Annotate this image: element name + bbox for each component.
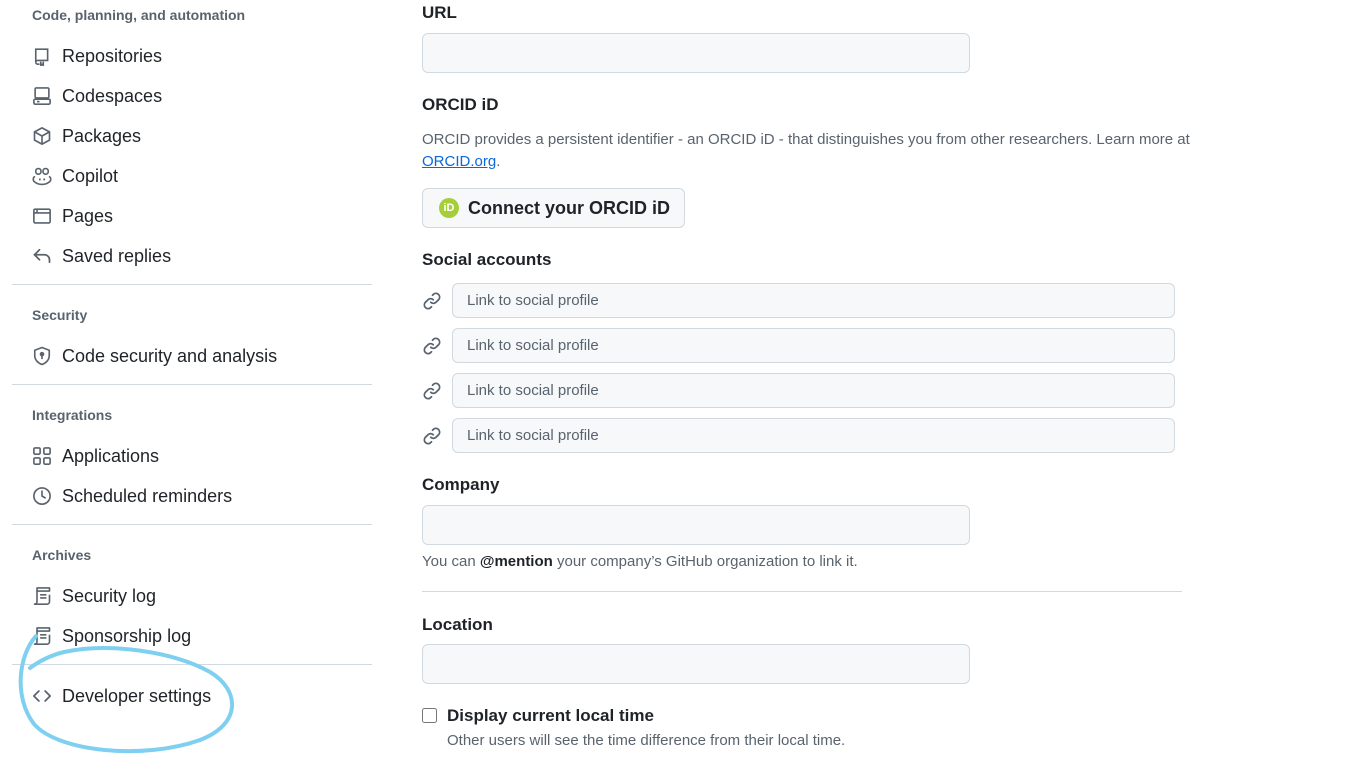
sidebar-item-pages[interactable]: Pages bbox=[24, 198, 364, 234]
sidebar-divider bbox=[12, 284, 372, 285]
sidebar-item-copilot[interactable]: Copilot bbox=[24, 158, 364, 194]
display-local-time-checkbox[interactable] bbox=[422, 708, 437, 723]
location-label: Location bbox=[422, 615, 493, 634]
url-label: URL bbox=[422, 3, 457, 22]
social-profile-input[interactable] bbox=[452, 283, 1175, 318]
social-account-row bbox=[422, 373, 1175, 409]
display-local-time-label[interactable]: Display current local time bbox=[447, 706, 654, 726]
orcid-link-suffix: . bbox=[496, 153, 501, 170]
orcid-link[interactable]: ORCID.org bbox=[422, 153, 496, 170]
copilot-icon bbox=[32, 166, 52, 186]
social-account-row bbox=[422, 418, 1175, 454]
link-icon bbox=[422, 426, 442, 446]
code-icon bbox=[32, 686, 52, 706]
location-input[interactable] bbox=[422, 644, 970, 684]
orcid-description-text: ORCID provides a persistent identifier -… bbox=[422, 131, 1190, 148]
reply-icon bbox=[32, 246, 52, 266]
orcid-description: ORCID provides a persistent identifier -… bbox=[422, 129, 1202, 173]
company-label: Company bbox=[422, 475, 500, 494]
social-accounts-label: Social accounts bbox=[422, 250, 552, 269]
section-heading-integrations: Integrations bbox=[32, 407, 113, 423]
sidebar-item-saved-replies[interactable]: Saved replies bbox=[24, 238, 364, 274]
sidebar-item-packages[interactable]: Packages bbox=[24, 118, 364, 154]
social-account-row bbox=[422, 283, 1175, 319]
sidebar-item-label: Codespaces bbox=[62, 85, 163, 106]
clock-icon bbox=[32, 486, 52, 506]
sidebar-item-scheduled-reminders[interactable]: Scheduled reminders bbox=[24, 478, 364, 514]
sidebar-item-developer-settings[interactable]: Developer settings bbox=[24, 678, 364, 714]
log-icon bbox=[32, 586, 52, 606]
link-icon bbox=[422, 336, 442, 356]
sidebar-divider bbox=[12, 384, 372, 385]
social-profile-input[interactable] bbox=[452, 373, 1175, 408]
connect-orcid-button[interactable]: iD Connect your ORCID iD bbox=[422, 188, 686, 228]
company-help-prefix: You can bbox=[422, 553, 476, 570]
social-account-row bbox=[422, 328, 1175, 364]
sidebar-item-label: Copilot bbox=[62, 165, 119, 186]
company-input[interactable] bbox=[422, 505, 970, 545]
apps-icon bbox=[32, 446, 52, 466]
sidebar-item-label: Scheduled reminders bbox=[62, 485, 233, 506]
sidebar-item-sponsorship-log[interactable]: Sponsorship log bbox=[24, 618, 364, 654]
section-heading-code-planning: Code, planning, and automation bbox=[32, 7, 246, 23]
display-local-time-help: Other users will see the time difference… bbox=[447, 732, 846, 749]
sidebar-divider bbox=[12, 524, 372, 525]
log-icon bbox=[32, 626, 52, 646]
connect-orcid-label: Connect your ORCID iD bbox=[468, 197, 671, 218]
sidebar-item-label: Security log bbox=[62, 585, 157, 606]
sidebar-item-label: Repositories bbox=[62, 45, 163, 66]
company-help-suffix: your company’s GitHub organization to li… bbox=[556, 553, 858, 570]
link-icon bbox=[422, 291, 442, 311]
sidebar-item-label: Developer settings bbox=[62, 685, 212, 706]
social-profile-input[interactable] bbox=[452, 328, 1175, 363]
repo-icon bbox=[32, 46, 52, 66]
company-help: You can @mention your company’s GitHub o… bbox=[422, 551, 858, 573]
sidebar-item-repositories[interactable]: Repositories bbox=[24, 38, 364, 74]
codespaces-icon bbox=[32, 86, 52, 106]
sidebar-divider bbox=[12, 664, 372, 665]
browser-icon bbox=[32, 206, 52, 226]
sidebar-item-label: Applications bbox=[62, 445, 160, 466]
sidebar-item-security-log[interactable]: Security log bbox=[24, 578, 364, 614]
section-heading-archives: Archives bbox=[32, 547, 92, 563]
shield-icon bbox=[32, 346, 52, 366]
sidebar-item-applications[interactable]: Applications bbox=[24, 438, 364, 474]
profile-form: URL ORCID iD ORCID provides a persistent… bbox=[422, 0, 1322, 776]
section-heading-security: Security bbox=[32, 307, 88, 323]
orcid-label: ORCID iD bbox=[422, 95, 499, 114]
sidebar-item-label: Sponsorship log bbox=[62, 625, 192, 646]
package-icon bbox=[32, 126, 52, 146]
sidebar-item-codespaces[interactable]: Codespaces bbox=[24, 78, 364, 114]
sidebar-item-label: Saved replies bbox=[62, 245, 172, 266]
url-input[interactable] bbox=[422, 33, 970, 73]
sidebar-item-label: Packages bbox=[62, 125, 142, 146]
company-help-mention: @mention bbox=[479, 553, 553, 570]
sidebar-item-label: Pages bbox=[62, 205, 114, 226]
orcid-icon: iD bbox=[439, 198, 459, 218]
settings-sidebar: Code, planning, and automation Repositor… bbox=[0, 0, 380, 776]
link-icon bbox=[422, 381, 442, 401]
sidebar-item-code-security[interactable]: Code security and analysis bbox=[24, 338, 364, 374]
sidebar-item-label: Code security and analysis bbox=[62, 345, 278, 366]
social-profile-input[interactable] bbox=[452, 418, 1175, 453]
form-divider bbox=[422, 591, 1182, 592]
